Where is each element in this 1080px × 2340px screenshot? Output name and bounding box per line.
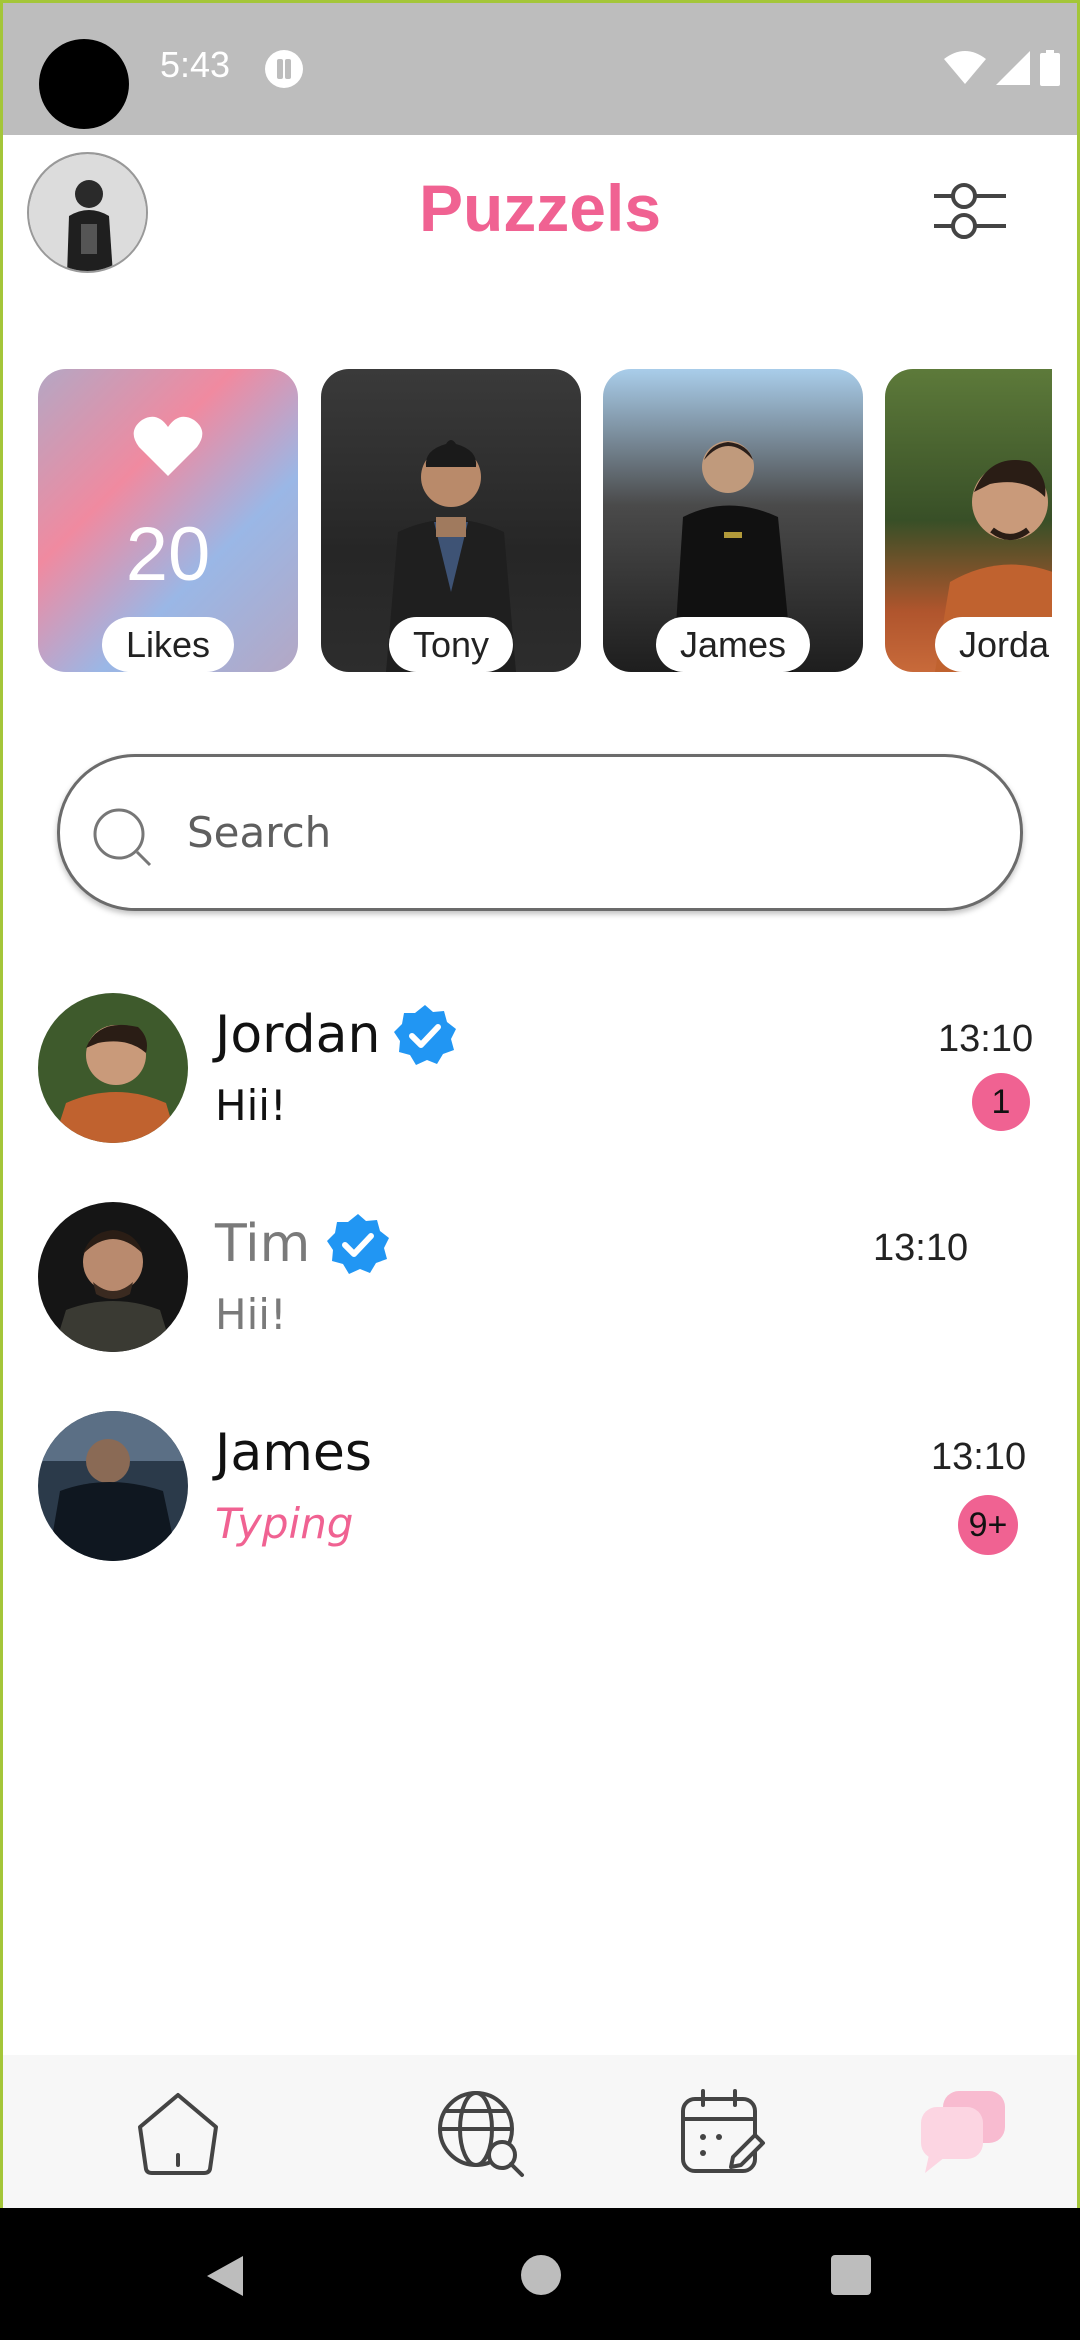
system-navigation-bar — [0, 2208, 1080, 2340]
wifi-icon — [944, 51, 986, 84]
verified-badge-icon — [327, 1214, 389, 1274]
last-message: Hii! — [215, 1081, 287, 1130]
contact-name: James — [215, 1423, 372, 1483]
battery-icon — [1040, 50, 1060, 86]
heart-icon — [133, 416, 203, 476]
back-icon[interactable] — [205, 2254, 245, 2298]
unread-badge: 1 — [972, 1073, 1030, 1131]
person-photo — [38, 1202, 188, 1352]
notification-app-icon — [265, 50, 303, 88]
nav-chats[interactable] — [915, 2085, 1011, 2181]
unread-badge: 9+ — [958, 1495, 1018, 1555]
contact-name: Tim — [215, 1214, 311, 1274]
signal-icon — [996, 51, 1030, 85]
chat-row-jordan[interactable]: Jordan Hii! 13:10 1 — [0, 993, 1080, 1163]
nav-explore[interactable] — [432, 2085, 528, 2181]
story-card-james[interactable]: James — [603, 369, 863, 672]
camera-cutout — [39, 39, 129, 129]
avatar — [38, 993, 188, 1143]
typing-indicator: Typing — [215, 1499, 354, 1548]
filter-sliders-icon — [934, 183, 1006, 239]
story-likes-card[interactable]: 20 Likes — [38, 369, 298, 672]
avatar — [38, 1411, 188, 1561]
chat-row-tim[interactable]: Tim Hii! 13:10 — [0, 1202, 1080, 1372]
story-card-tony[interactable]: Tony — [321, 369, 581, 672]
story-label: Jorda — [935, 617, 1052, 672]
app-title: Puzzels — [418, 171, 662, 245]
stories-row: 20 Likes Tony James Jorda — [38, 369, 1052, 672]
verified-badge-icon — [394, 1005, 456, 1065]
story-label: Likes — [101, 617, 235, 672]
story-label: James — [655, 617, 811, 672]
nav-home[interactable] — [130, 2085, 226, 2181]
nav-calendar[interactable] — [675, 2085, 771, 2181]
search-bar[interactable] — [57, 754, 1023, 911]
chat-bubbles-icon — [921, 2091, 1005, 2173]
search-input[interactable] — [187, 802, 967, 862]
person-photo — [38, 1411, 188, 1561]
story-card-jordan[interactable]: Jorda — [885, 369, 1052, 672]
person-photo — [38, 993, 188, 1143]
globe-search-icon — [438, 2091, 524, 2177]
likes-count: 20 — [125, 512, 211, 597]
calendar-edit-icon — [681, 2089, 765, 2173]
message-time: 13:10 — [938, 1018, 1034, 1060]
chat-row-james[interactable]: James Typing 13:10 9+ — [0, 1411, 1080, 1581]
recents-icon[interactable] — [830, 2254, 872, 2296]
home-icon — [138, 2093, 218, 2175]
bottom-navigation — [0, 2055, 1080, 2208]
status-icons — [944, 46, 1060, 90]
message-time: 13:10 — [931, 1436, 1027, 1478]
search-icon — [93, 808, 152, 867]
contact-name: Jordan — [215, 1005, 381, 1065]
message-time: 13:10 — [873, 1227, 969, 1269]
avatar — [38, 1202, 188, 1352]
home-circle-icon[interactable] — [520, 2254, 562, 2296]
last-message: Hii! — [215, 1290, 287, 1339]
filter-button[interactable] — [930, 178, 1006, 248]
status-bar: 5:43 — [0, 0, 1080, 135]
status-time: 5:43 — [160, 44, 231, 85]
story-label: Tony — [388, 617, 514, 672]
